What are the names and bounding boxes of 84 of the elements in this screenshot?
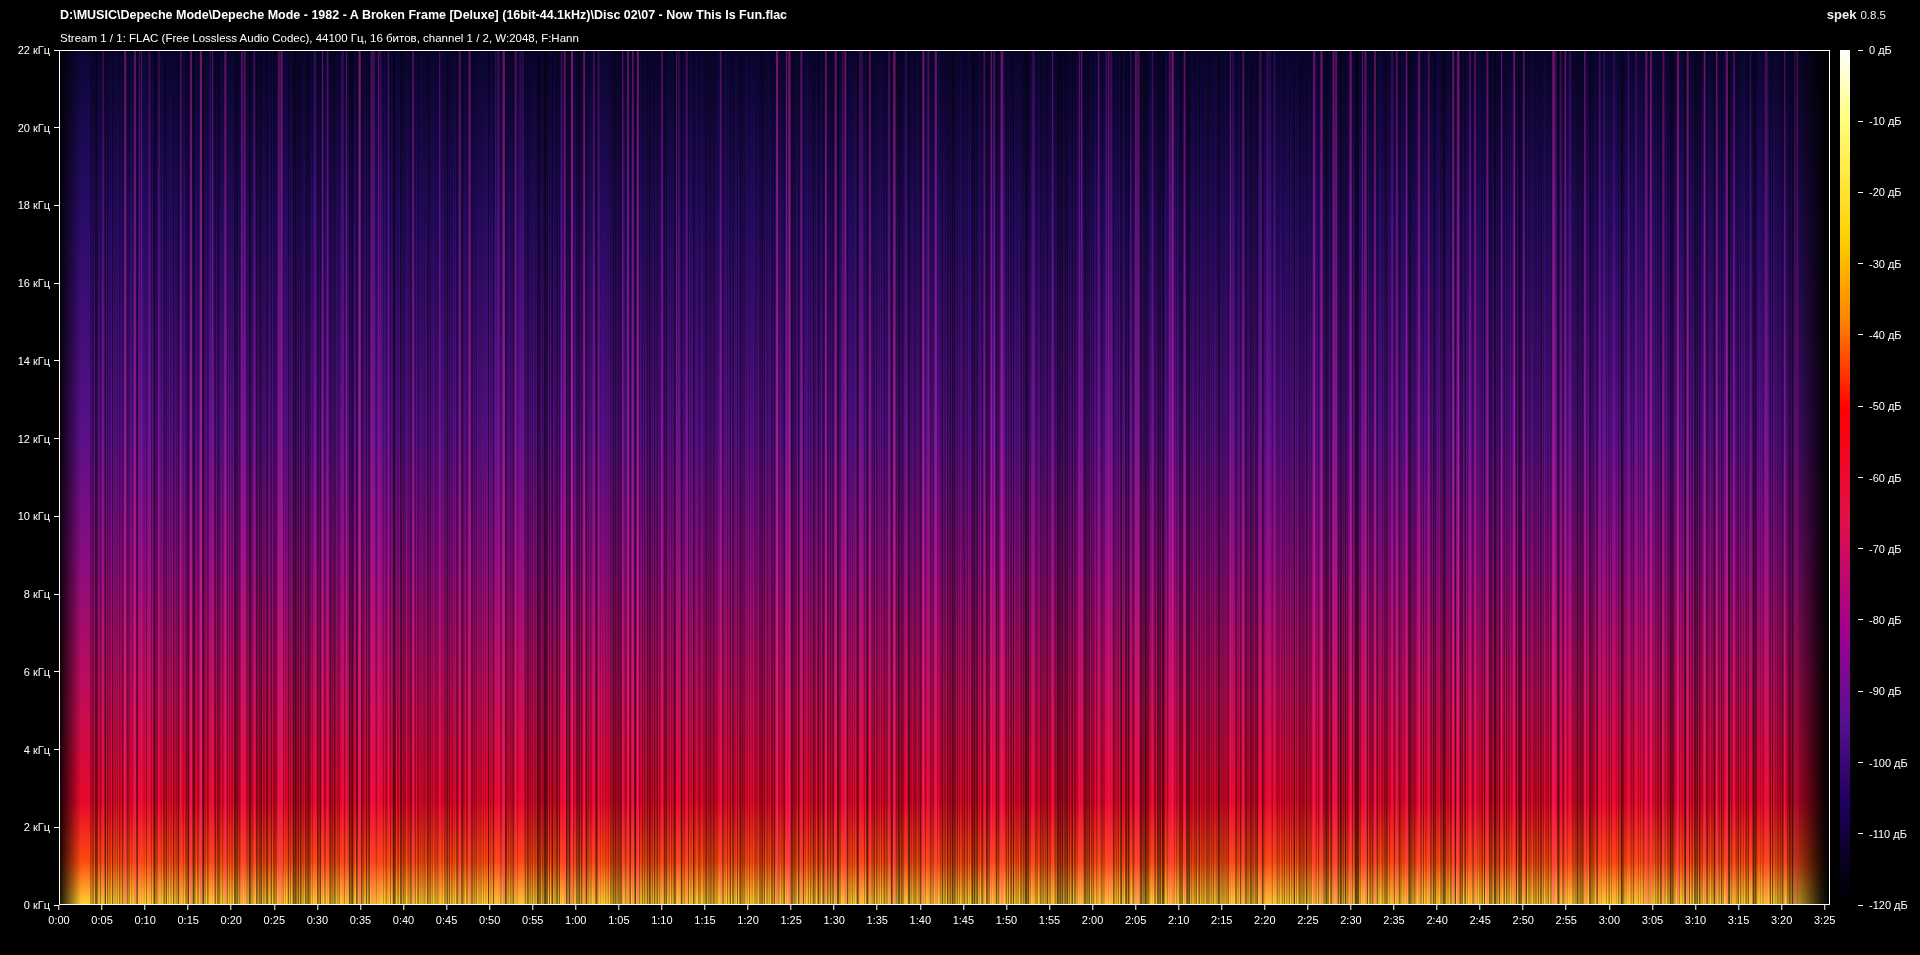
time-label: 0:55 xyxy=(522,914,544,926)
app-name: spek xyxy=(1826,7,1857,22)
time-label: 0:35 xyxy=(349,914,372,926)
time-label: 3:20 xyxy=(1770,914,1793,926)
time-label: 1:55 xyxy=(1038,914,1061,926)
frequency-label: 12 кГц xyxy=(17,432,50,445)
time-label: 2:50 xyxy=(1512,914,1534,926)
level-label: -100 дБ xyxy=(1869,756,1908,769)
level-label: -10 дБ xyxy=(1869,115,1902,128)
time-label: 1:00 xyxy=(565,914,587,926)
time-label: 3:10 xyxy=(1684,914,1707,926)
window-title: D:\MUSIC\Depeche Mode\Depeche Mode - 1982 - A Broken Frame [Deluxe] (16bit-44.1kHz)\Disc 02\07 - Now This Is Fun.flac xyxy=(60,8,788,22)
frequency-label: 18 кГц xyxy=(17,199,50,212)
frequency-label: 20 кГц xyxy=(17,121,50,134)
time-label: 2:45 xyxy=(1469,914,1491,926)
level-label: -70 дБ xyxy=(1869,542,1902,555)
time-label: 1:50 xyxy=(995,914,1018,926)
time-label: 3:05 xyxy=(1641,914,1664,926)
time-label: 1:10 xyxy=(651,914,673,926)
time-label: 1:45 xyxy=(952,914,975,926)
level-label: -80 дБ xyxy=(1869,614,1902,626)
time-label: 0:30 xyxy=(306,914,329,926)
level-label: -20 дБ xyxy=(1869,186,1902,199)
frequency-label: 14 кГц xyxy=(17,354,50,367)
level-label: -90 дБ xyxy=(1869,685,1902,698)
time-label: 2:05 xyxy=(1124,914,1147,926)
level-label: -60 дБ xyxy=(1869,471,1902,484)
time-label: 2:40 xyxy=(1426,914,1448,926)
time-label: 2:30 xyxy=(1340,914,1362,926)
time-label: 0:40 xyxy=(392,914,415,926)
time-label: 2:55 xyxy=(1555,914,1577,926)
frequency-label: 16 кГц xyxy=(17,277,50,290)
time-label: 1:40 xyxy=(909,914,931,926)
time-label: 2:25 xyxy=(1297,914,1319,926)
time-label: 0:15 xyxy=(177,914,199,926)
level-label: -120 дБ xyxy=(1869,899,1908,911)
axis-tick xyxy=(1858,762,1863,763)
app-version: 0.8.5 xyxy=(1860,9,1886,21)
axis-tick xyxy=(1858,49,1863,51)
frequency-label: 8 кГц xyxy=(23,588,50,601)
frequency-label: 6 кГц xyxy=(23,665,50,678)
level-label: -30 дБ xyxy=(1869,257,1902,270)
time-label: 2:15 xyxy=(1211,914,1233,926)
time-label: 0:05 xyxy=(91,914,113,926)
time-label: 0:00 xyxy=(48,914,70,926)
frequency-label: 10 кГц xyxy=(17,510,50,523)
time-label: 3:15 xyxy=(1727,914,1750,926)
time-label: 1:20 xyxy=(737,914,759,926)
axis-tick xyxy=(1858,548,1863,550)
level-label: -50 дБ xyxy=(1869,400,1902,413)
time-label: 1:15 xyxy=(694,914,716,926)
axis-tick xyxy=(1858,405,1863,407)
time-label: 0:20 xyxy=(220,914,242,926)
level-label: -40 дБ xyxy=(1869,329,1902,341)
time-label: 1:25 xyxy=(780,914,802,926)
time-label: 2:35 xyxy=(1383,914,1405,926)
axis-tick xyxy=(1858,334,1863,336)
frequency-label: 0 кГц xyxy=(23,899,50,911)
time-label: 1:05 xyxy=(608,914,630,926)
time-label: 3:00 xyxy=(1598,914,1621,926)
axis-tick xyxy=(1858,263,1863,265)
time-label: 2:00 xyxy=(1081,914,1104,926)
level-label: -110 дБ xyxy=(1869,827,1907,840)
axis-tick xyxy=(1858,690,1863,692)
axis-tick xyxy=(1858,120,1863,122)
frequency-label: 2 кГц xyxy=(23,821,50,834)
time-label: 3:25 xyxy=(1813,914,1836,926)
frequency-label: 4 кГц xyxy=(23,743,50,756)
axis-tick xyxy=(1858,619,1863,621)
time-label: 2:10 xyxy=(1168,914,1190,926)
stream-info: Stream 1 / 1: FLAC (Free Lossless Audio Codec), 44100 Гц, 16 битов, channel 1 / 2, W:2048, F:Hann xyxy=(60,32,579,44)
frequency-label: 22 кГц xyxy=(17,44,50,56)
time-label: 1:35 xyxy=(866,914,888,926)
axis-tick xyxy=(1858,833,1863,835)
time-label: 0:10 xyxy=(134,914,156,926)
time-label: 0:25 xyxy=(263,914,285,926)
axis-tick xyxy=(1858,192,1863,193)
time-label: 0:50 xyxy=(478,914,501,926)
axis-tick xyxy=(1858,904,1863,906)
time-label: 2:20 xyxy=(1254,914,1276,926)
axis-tick xyxy=(1858,477,1863,478)
time-label: 1:30 xyxy=(823,914,845,926)
level-label: 0 дБ xyxy=(1869,44,1892,56)
time-label: 0:45 xyxy=(435,914,458,926)
